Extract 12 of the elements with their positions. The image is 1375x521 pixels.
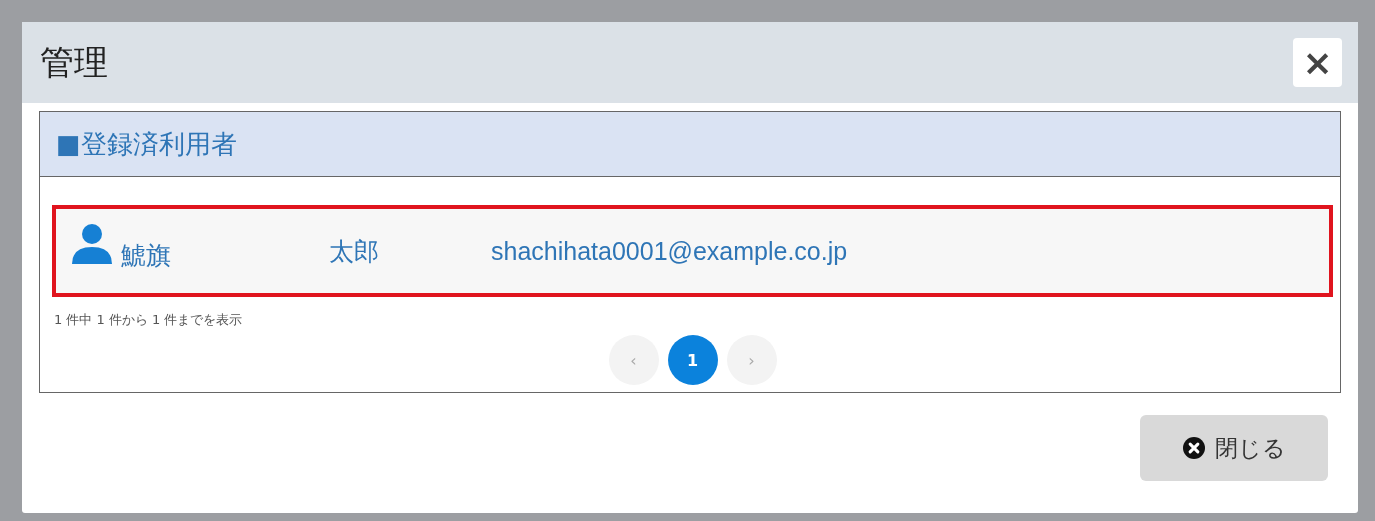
close-icon <box>1182 437 1205 459</box>
user-icon <box>71 223 113 265</box>
first-name: 太郎 <box>329 235 380 267</box>
close-button[interactable]: × <box>1293 38 1342 87</box>
last-name: 鯱旗 <box>121 239 172 271</box>
close-dialog-button[interactable]: 閉じる <box>1140 415 1328 481</box>
email: shachihata0001@example.co.jp <box>491 236 848 266</box>
dialog-title: 管理 <box>40 40 108 84</box>
page-button[interactable]: 1 <box>667 335 718 385</box>
record-count: 1 件中 1 件から 1 件までを表示 <box>53 311 244 329</box>
section-title: ■登録済利用者 <box>56 127 237 161</box>
user-row[interactable]: 鯱旗 太郎 shachihata0001@example.co.jp <box>52 205 1333 297</box>
